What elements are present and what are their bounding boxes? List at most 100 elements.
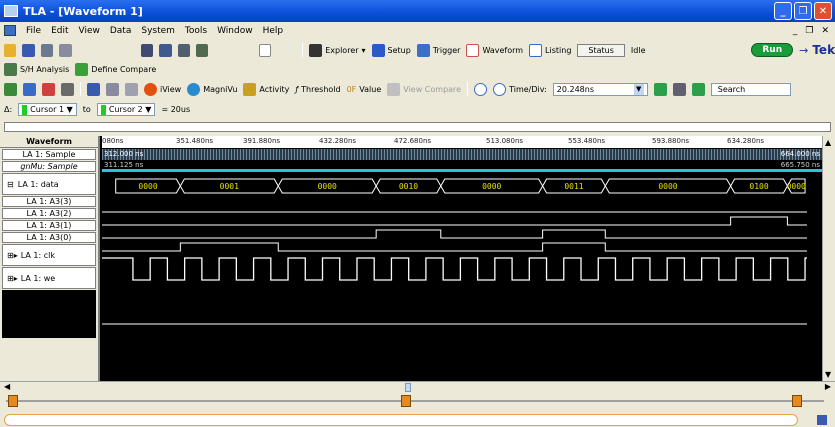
explorer-icon: [309, 43, 323, 57]
zoom-in-button[interactable]: Time/Div:: [493, 82, 547, 96]
expand-icon[interactable]: ⊞▸: [7, 251, 18, 260]
collapse-icon[interactable]: ⊟: [7, 180, 14, 189]
time-div-label: Time/Div:: [509, 84, 547, 94]
time-div-dropdown[interactable]: 20.248ns ▼: [552, 82, 648, 96]
sh-analysis-icon: [4, 62, 17, 76]
signal-label-column: Waveform LA 1: Sample gnMu: Sample ⊟ LA 1…: [0, 136, 100, 381]
menu-help[interactable]: Help: [263, 26, 284, 36]
menu-file[interactable]: File: [26, 26, 41, 36]
waveform-window-icon[interactable]: [140, 43, 154, 57]
signal-label-a3-0[interactable]: LA 1: A3(0): [2, 232, 96, 243]
value-button[interactable]: 0F Value: [347, 85, 382, 94]
cut-icon[interactable]: [87, 82, 100, 96]
expand-icon[interactable]: ⊞▸: [7, 274, 18, 283]
signal-label-la1-data[interactable]: ⊟ LA 1: data: [2, 173, 96, 195]
cursor-track-area: [0, 393, 835, 427]
threshold-button[interactable]: ƒ Threshold: [295, 85, 340, 94]
listing-window-icon[interactable]: [159, 43, 172, 57]
toolbar-separator: [302, 43, 304, 57]
a3-0-trace: [102, 242, 807, 252]
signal-label-a3-3[interactable]: LA 1: A3(3): [2, 196, 96, 207]
analysis-toolbar: S/H Analysis Define Compare: [0, 61, 835, 77]
add-group-icon[interactable]: [23, 82, 36, 96]
ruler-tick: 593.880ns: [652, 137, 690, 145]
scroll-right-icon[interactable]: ▶: [825, 382, 831, 391]
listing-button[interactable]: Listing: [529, 43, 571, 57]
mdi-minimize-button[interactable]: _: [793, 26, 798, 36]
signal-name: LA 1: data: [17, 179, 59, 189]
signal-label-a3-2[interactable]: LA 1: A3(2): [2, 208, 96, 219]
open-icon[interactable]: [4, 43, 17, 57]
print-icon[interactable]: [40, 43, 54, 57]
waveform-label: Waveform: [482, 45, 524, 55]
magnivu-start-time: 311.125 ns: [104, 161, 144, 169]
binoculars-icon[interactable]: [672, 82, 686, 96]
delete-icon[interactable]: [42, 82, 55, 96]
paste-icon[interactable]: [125, 82, 138, 96]
data-bus-value: 0100: [749, 182, 768, 191]
waveform-plot[interactable]: 080ns 351.480ns 391.880ns 432.280ns 472.…: [102, 136, 822, 381]
cursor1-dropdown[interactable]: Cursor 1 ▼: [18, 103, 77, 116]
iview-button[interactable]: iView: [144, 82, 181, 96]
status-button[interactable]: Status: [577, 43, 625, 57]
signal-label-la1-sample[interactable]: LA 1: Sample: [2, 149, 96, 160]
run-button[interactable]: Run: [751, 43, 794, 57]
magnivu-button[interactable]: MagniVu: [187, 82, 237, 96]
trigger-icon: [416, 43, 430, 57]
waveform-window: Waveform LA 1: Sample gnMu: Sample ⊟ LA 1…: [0, 136, 835, 381]
define-compare-button[interactable]: Define Compare: [75, 62, 156, 76]
signal-label-a3-1[interactable]: LA 1: A3(1): [2, 220, 96, 231]
chart-window-icon[interactable]: [196, 43, 209, 57]
maximize-button[interactable]: ❐: [794, 2, 812, 20]
view-compare-icon: [387, 82, 401, 96]
time-ruler: 080ns 351.480ns 391.880ns 432.280ns 472.…: [102, 136, 822, 148]
horizontal-scrollbar[interactable]: ◀ ▶: [0, 381, 835, 393]
properties-icon[interactable]: [61, 82, 74, 96]
left-bound-marker-icon[interactable]: [8, 395, 18, 407]
cursor2-dropdown[interactable]: Cursor 2 ▼: [96, 103, 156, 116]
scroll-thumb[interactable]: [405, 383, 411, 392]
scroll-down-icon[interactable]: ▼: [825, 370, 831, 379]
search-forward-icon[interactable]: [691, 82, 705, 96]
sh-analysis-button[interactable]: S/H Analysis: [4, 62, 69, 76]
menu-edit[interactable]: Edit: [51, 26, 68, 36]
menu-system[interactable]: System: [141, 26, 175, 36]
trigger-label: Trigger: [432, 45, 461, 55]
signal-label-we[interactable]: ⊞▸ LA 1: we: [2, 267, 96, 289]
signal-label-clk[interactable]: ⊞▸ LA 1: clk: [2, 244, 96, 266]
explorer-dropdown-arrow[interactable]: ▾: [362, 46, 366, 55]
scroll-up-icon[interactable]: ▲: [825, 138, 831, 147]
setup-button[interactable]: Setup: [371, 43, 411, 57]
trigger-button[interactable]: Trigger: [416, 43, 461, 57]
chevron-down-icon: ▼: [633, 83, 644, 95]
add-signal-icon[interactable]: [4, 82, 17, 96]
vertical-scrollbar[interactable]: ▲ ▼: [822, 136, 835, 381]
copy-icon[interactable]: [106, 82, 119, 96]
waveform-button[interactable]: Waveform: [466, 43, 524, 57]
mdi-restore-button[interactable]: ❐: [805, 26, 813, 36]
search-field[interactable]: Search: [710, 82, 791, 96]
print-preview-icon[interactable]: [59, 43, 72, 57]
ruler-tick: 513.080ns: [486, 137, 524, 145]
pin-icon[interactable]: [817, 415, 827, 425]
view-compare-button[interactable]: View Compare: [387, 82, 461, 96]
mdi-close-button[interactable]: ✕: [821, 26, 829, 36]
explorer-button[interactable]: Explorer ▾: [309, 43, 366, 57]
data-bus-value: 0000: [482, 182, 501, 191]
right-bound-marker-icon[interactable]: [792, 395, 802, 407]
menu-tools[interactable]: Tools: [185, 26, 207, 36]
pointer-icon[interactable]: [258, 43, 272, 57]
minimize-button[interactable]: _: [774, 2, 792, 20]
menu-view[interactable]: View: [79, 26, 100, 36]
histogram-window-icon[interactable]: [177, 43, 191, 57]
activity-button[interactable]: Activity: [243, 82, 289, 96]
menu-data[interactable]: Data: [110, 26, 132, 36]
save-icon[interactable]: [22, 43, 35, 57]
signal-label-magnivu-sample[interactable]: gnMu: Sample: [2, 161, 96, 172]
menu-window[interactable]: Window: [217, 26, 253, 36]
close-button[interactable]: ✕: [814, 2, 832, 20]
zoom-out-icon[interactable]: [474, 82, 488, 96]
trigger-marker-icon[interactable]: [401, 395, 411, 407]
search-backward-icon[interactable]: [653, 82, 667, 96]
scroll-left-icon[interactable]: ◀: [4, 382, 10, 391]
